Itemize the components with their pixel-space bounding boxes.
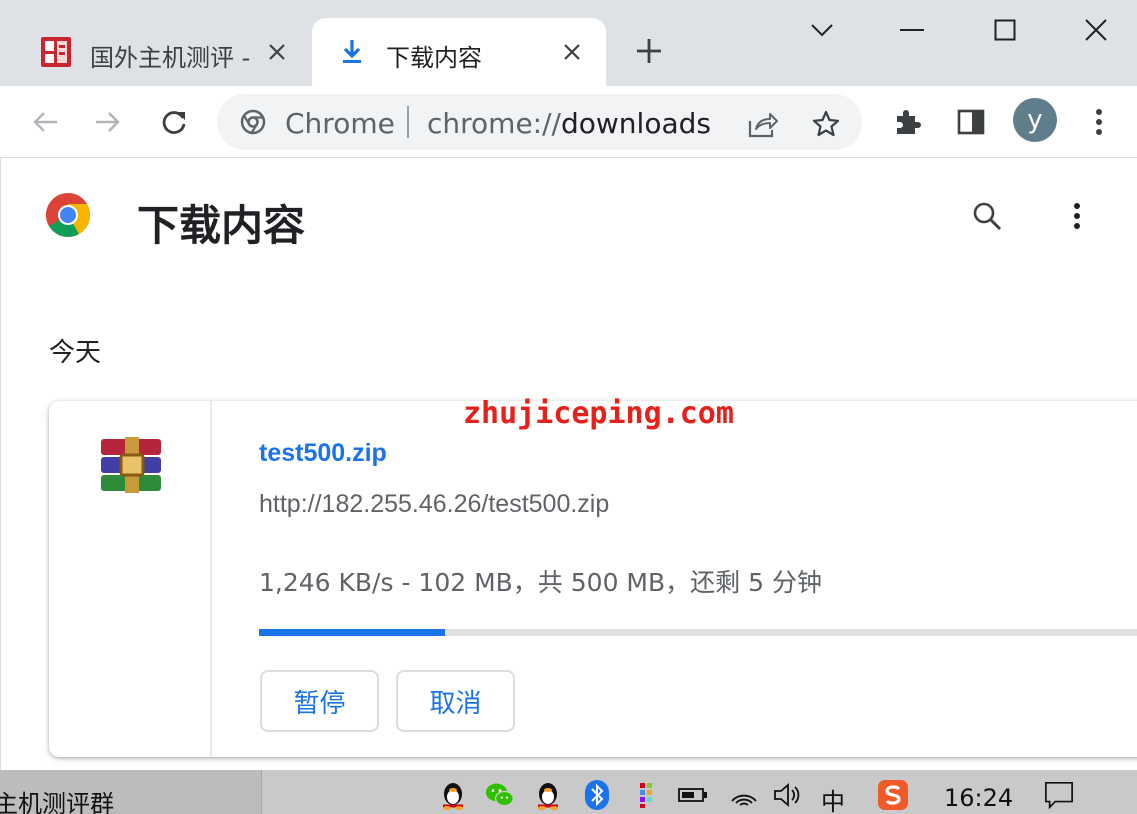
- volume-icon[interactable]: [772, 780, 802, 810]
- download-icon: [336, 36, 368, 68]
- card-divider: [210, 401, 212, 757]
- date-header: 今天: [49, 338, 102, 368]
- chevron-down-icon[interactable]: [799, 10, 845, 50]
- close-icon[interactable]: [261, 36, 293, 68]
- file-source-url[interactable]: http://182.255.46.26/test500.zip: [259, 490, 609, 519]
- input-method-indicator[interactable]: 中: [821, 782, 845, 814]
- close-icon[interactable]: [556, 36, 588, 68]
- wechat-icon[interactable]: [485, 780, 515, 810]
- download-progress-bar: [259, 629, 1137, 636]
- screen: 国外主机测评 - 下载内容 Chrome chrome://downloads …: [0, 0, 1137, 814]
- window-close-icon[interactable]: [1073, 10, 1119, 50]
- tab-strip: 国外主机测评 - 下载内容: [0, 0, 1137, 86]
- taskbar-window-label: 主机测评群: [0, 790, 114, 814]
- tab-title: 国外主机测评 -: [90, 44, 251, 72]
- search-icon[interactable]: [967, 196, 1007, 236]
- download-item-card: test500.zip http://182.255.46.26/test500…: [49, 401, 1137, 757]
- share-icon[interactable]: [744, 106, 780, 142]
- more-actions-icon[interactable]: [1057, 196, 1097, 236]
- side-panel-icon[interactable]: [951, 102, 991, 142]
- winrar-archive-icon: [99, 437, 163, 493]
- chrome-icon: [239, 108, 267, 136]
- browser-toolbar: Chrome chrome://downloads y: [0, 86, 1137, 158]
- page-title: 下载内容: [137, 201, 306, 250]
- bookmark-star-icon[interactable]: [808, 106, 844, 142]
- taskbar-window-button[interactable]: 主机测评群: [0, 770, 262, 814]
- new-tab-plus-icon[interactable]: [632, 34, 666, 68]
- back-arrow-icon[interactable]: [25, 102, 65, 142]
- url-scheme: chrome://: [427, 107, 561, 140]
- battery-icon[interactable]: [678, 780, 708, 810]
- wifi-icon[interactable]: [729, 780, 759, 810]
- pause-button[interactable]: 暂停: [260, 670, 379, 732]
- reload-icon[interactable]: [154, 102, 194, 142]
- url-host: downloads: [560, 107, 711, 140]
- minimize-icon[interactable]: [889, 10, 935, 50]
- tab-title: 下载内容: [386, 44, 482, 72]
- tab-downloads[interactable]: 下载内容: [312, 18, 606, 86]
- clock-time[interactable]: 16:24: [944, 784, 1013, 812]
- profile-avatar[interactable]: y: [1013, 98, 1057, 142]
- site-favicon-icon: [40, 36, 72, 68]
- watermark-text: zhujiceping.com: [463, 396, 734, 431]
- forward-arrow-icon[interactable]: [88, 102, 128, 142]
- progress-fill: [259, 629, 445, 636]
- omnibox-separator: [407, 106, 409, 138]
- maximize-icon[interactable]: [982, 10, 1028, 50]
- qq-penguin-icon[interactable]: [533, 780, 563, 810]
- omnibox-chip-label: Chrome: [285, 107, 395, 140]
- downloads-page: 下载内容 今天 test500.zip http://182.255.46.26…: [0, 158, 1137, 770]
- url-text[interactable]: chrome://downloads: [427, 107, 711, 140]
- chrome-logo-icon: [45, 192, 91, 238]
- windows-taskbar: 主机测评群 中 16:24: [0, 770, 1137, 814]
- tab-zhujiceping[interactable]: 国外主机测评 -: [16, 18, 311, 86]
- sogou-ime-icon[interactable]: [878, 780, 908, 810]
- extensions-puzzle-icon[interactable]: [887, 102, 927, 142]
- color-grid-icon[interactable]: [631, 780, 661, 810]
- download-status-text: 1,246 KB/s - 102 MB，共 500 MB，还剩 5 分钟: [259, 568, 822, 597]
- kebab-menu-icon[interactable]: [1079, 102, 1119, 142]
- cancel-button[interactable]: 取消: [396, 670, 515, 732]
- qq-penguin-icon[interactable]: [438, 780, 468, 810]
- notification-icon[interactable]: [1044, 780, 1074, 810]
- address-bar[interactable]: Chrome chrome://downloads: [217, 94, 862, 150]
- bluetooth-icon[interactable]: [582, 780, 612, 810]
- file-name-link[interactable]: test500.zip: [259, 439, 387, 468]
